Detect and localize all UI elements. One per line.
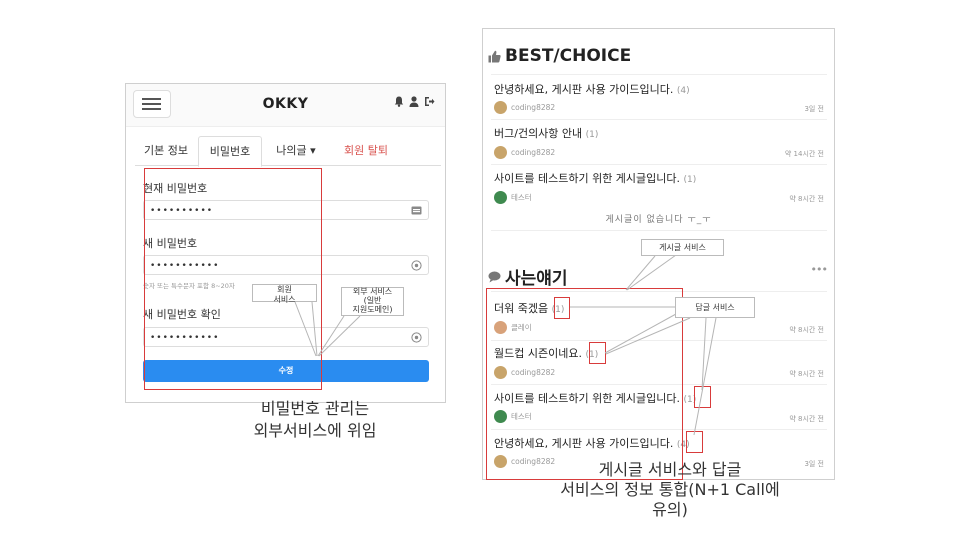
post-service-callout: 게시글 서비스 [641, 239, 724, 256]
annotation-connectors [294, 254, 717, 436]
right-caption: 게시글 서비스와 답글 서비스의 정보 통합(N+1 Call에 유의) [560, 460, 780, 519]
left-caption: 비밀번호 관리는 외부서비스에 위임 [253, 399, 377, 440]
member-service-callout: 회원 서비스 [252, 284, 317, 304]
external-service-callout: 외부 서비스 (일반 지원도메인) [341, 287, 404, 316]
reply-service-callout: 답글 서비스 [675, 297, 755, 318]
